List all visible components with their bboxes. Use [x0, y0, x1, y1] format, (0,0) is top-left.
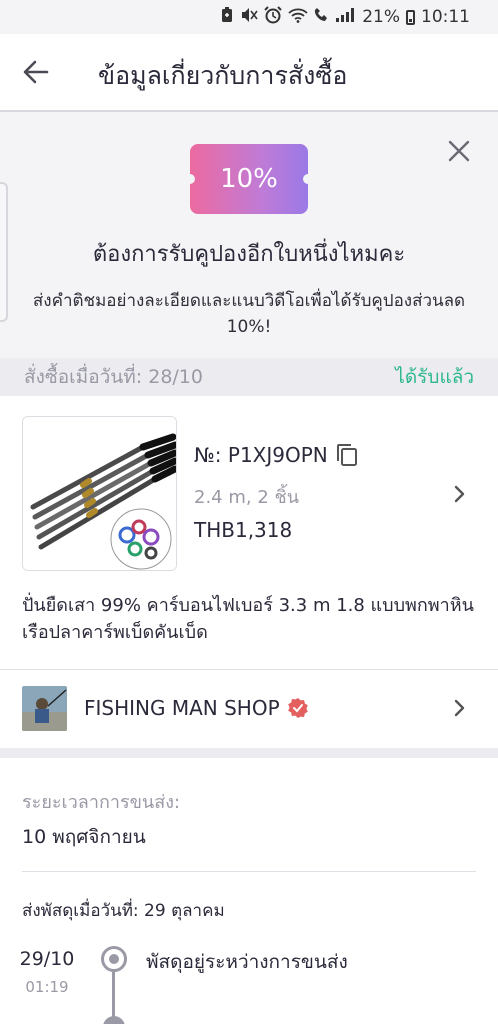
- divider: [22, 871, 476, 872]
- fishing-rod-image: [23, 417, 176, 570]
- product-variant: 2.4 m, 2 ชิ้น: [194, 487, 300, 508]
- product-price: THB1,318: [194, 518, 293, 542]
- verified-badge-icon: [287, 698, 308, 718]
- ship-date-prefix: ส่งพัสดุเมื่อวันที่:: [22, 901, 145, 921]
- coupon-notch: [185, 174, 195, 184]
- wifi-icon: [288, 7, 308, 27]
- copy-icon[interactable]: [336, 443, 358, 467]
- shop-name: FISHING MAN SHOP: [84, 696, 280, 720]
- order-number-text: №: P1XJ9OPN: [194, 443, 328, 467]
- timeline-event: พัสดุอยู่ระหว่างการขนส่ง: [146, 951, 348, 973]
- order-date: สั่งซื้อเมื่อวันที่: 28/10: [24, 366, 203, 388]
- status-bar: 21% 10:11: [0, 0, 498, 34]
- close-icon: [448, 140, 470, 162]
- order-status: ได้รับแล้ว: [395, 366, 474, 388]
- chevron-right-icon: [450, 696, 470, 720]
- mute-icon: [240, 7, 258, 27]
- coupon-notch: [303, 174, 313, 184]
- battery-percent: 21%: [362, 7, 400, 27]
- back-arrow-icon: [23, 60, 49, 84]
- shop-row[interactable]: FISHING MAN SHOP: [0, 670, 498, 748]
- order-number: №: P1XJ9OPN: [194, 443, 358, 467]
- page-title: ข้อมูลเกี่ยวกับการสั่งซื้อ: [98, 61, 348, 90]
- close-button[interactable]: [444, 136, 474, 166]
- alarm-icon: [264, 6, 282, 28]
- promo-headline: ต้องการรับคูปองอีกใบหนึ่งไหมคะ: [92, 242, 406, 267]
- ship-date: ส่งพัสดุเมื่อวันที่: 29 ตุลาคม: [22, 897, 225, 924]
- shop-name-wrap: FISHING MAN SHOP: [84, 696, 308, 720]
- promo-body: ส่งคำติชมอย่างละเอียดและแนบวิดีโอเพื่อได…: [32, 291, 466, 337]
- coupon-badge: 10%: [185, 144, 313, 214]
- ship-date-value: 29 ตุลาคม: [144, 901, 225, 921]
- status-icons: [220, 6, 356, 28]
- feedback-coupon-banner: 10% ต้องการรับคูปองอีกใบหนึ่งไหมคะ ส่งคำ…: [0, 112, 498, 358]
- section-separator: [0, 748, 498, 758]
- signal-icon: [334, 7, 356, 27]
- product-image[interactable]: [22, 416, 177, 571]
- timeline-dot-icon: [103, 1016, 125, 1024]
- back-button[interactable]: [0, 33, 72, 111]
- shop-avatar: [22, 686, 67, 731]
- timeline-dot-icon: [101, 946, 127, 972]
- chevron-right-icon[interactable]: [450, 482, 470, 506]
- eta-value: 10 พฤศจิกายน: [22, 826, 146, 848]
- call-icon: [314, 7, 328, 27]
- eta-label: ระยะเวลาการขนส่ง:: [22, 792, 181, 813]
- order-date-bar: สั่งซื้อเมื่อวันที่: 28/10 ได้รับแล้ว: [0, 358, 498, 396]
- battery-icon: [406, 9, 415, 25]
- timeline-time: 01:19: [25, 978, 69, 996]
- clock: 10:11: [421, 7, 470, 27]
- coupon-label: 10%: [220, 164, 278, 194]
- app-header: ข้อมูลเกี่ยวกับการสั่งซื้อ: [0, 34, 498, 112]
- timeline-date: 29/10: [19, 948, 75, 970]
- battery-saver-icon: [220, 7, 234, 27]
- product-title[interactable]: ปั่นยืดเสา 99% คาร์บอนไฟเบอร์ 3.3 m 1.8 …: [22, 592, 482, 646]
